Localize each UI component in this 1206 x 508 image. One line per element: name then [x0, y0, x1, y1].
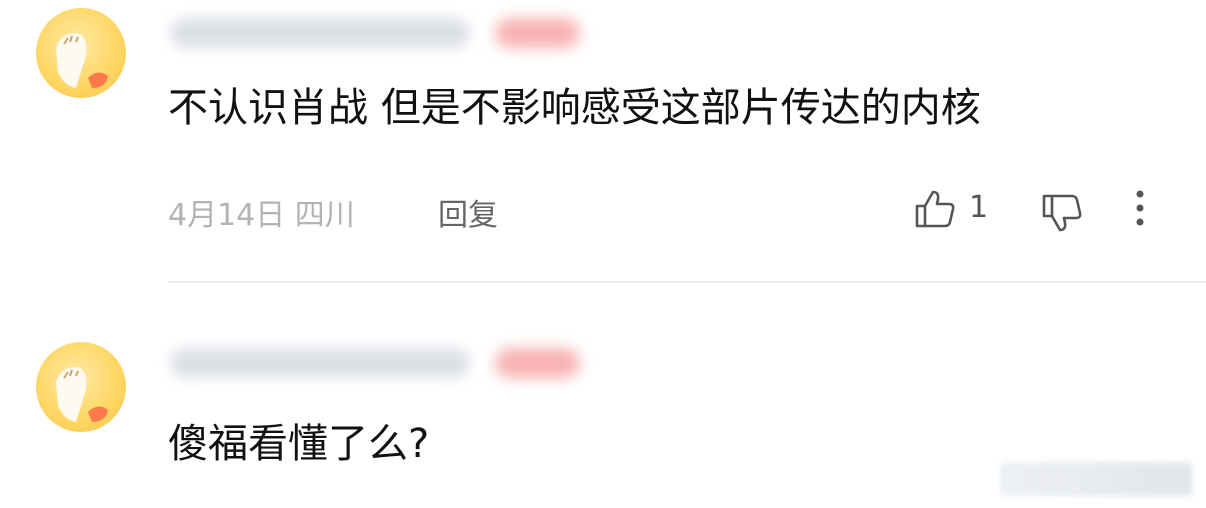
avatar-illustration-icon: [56, 33, 108, 88]
comment-item: 不认识肖战 但是不影响感受这部片传达的内核 4月14日 四川 回复 1: [0, 0, 1206, 282]
comment-meta-row: 4月14日 四川 回复 1: [168, 184, 1168, 234]
comment-date-location: 4月14日 四川: [168, 198, 355, 233]
blurred-username: [170, 348, 470, 378]
thumbs-down-icon[interactable]: [1040, 192, 1084, 238]
avatar-illustration-icon: [56, 367, 108, 422]
avatar[interactable]: [36, 342, 126, 432]
like-count: 1: [969, 190, 989, 225]
comment-text: 傻福看懂了么?: [168, 421, 430, 467]
more-vertical-icon[interactable]: [1134, 188, 1146, 232]
blurred-username: [170, 18, 470, 48]
reply-button[interactable]: 回复: [438, 190, 498, 234]
comment-text: 不认识肖战 但是不影响感受这部片传达的内核: [168, 85, 981, 131]
comment-divider: [168, 281, 1206, 283]
avatar[interactable]: [36, 8, 126, 98]
thumbs-up-icon[interactable]: [913, 188, 957, 234]
blurred-badge: [495, 348, 580, 378]
blurred-badge: [495, 18, 580, 48]
blurred-watermark: [1000, 462, 1192, 496]
